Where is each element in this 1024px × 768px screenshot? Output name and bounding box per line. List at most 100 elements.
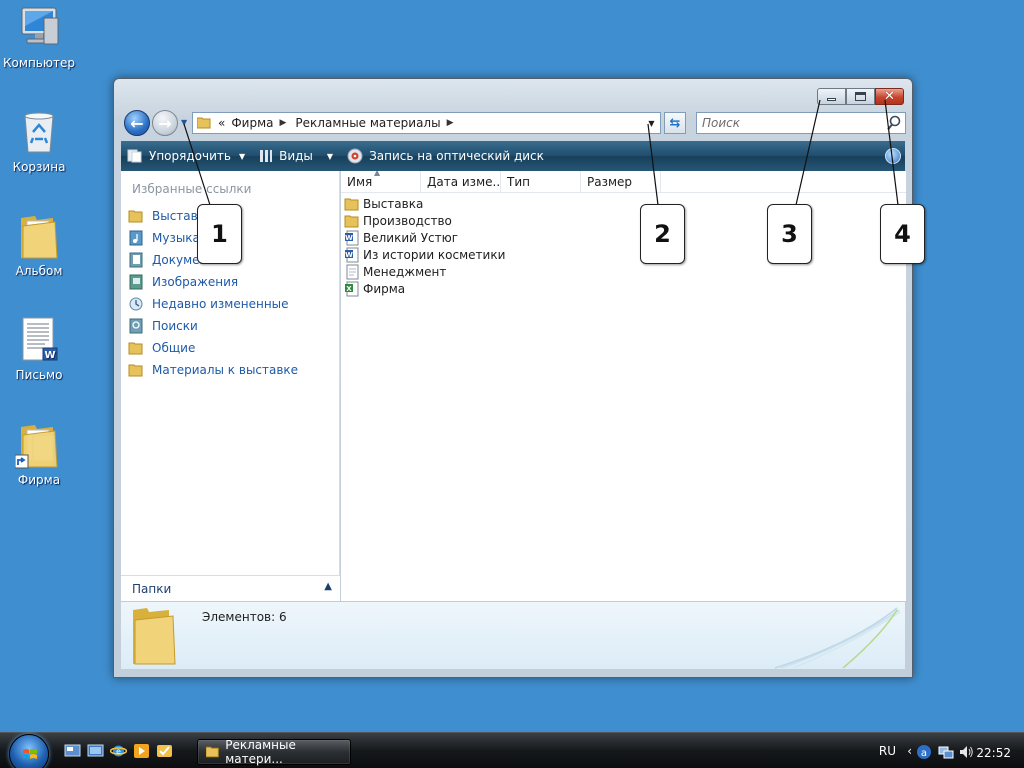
column-name[interactable]: ▲ Имя xyxy=(341,171,421,193)
svg-text:X: X xyxy=(346,285,352,293)
network-icon[interactable] xyxy=(938,744,954,760)
column-type[interactable]: Тип xyxy=(501,171,581,193)
help-icon[interactable] xyxy=(885,148,901,164)
taskbar-window-button[interactable]: Рекламные матери... xyxy=(197,738,351,766)
excel-document-icon: X xyxy=(344,281,360,297)
organize-icon xyxy=(127,149,142,163)
folder-shortcut-icon xyxy=(14,421,63,469)
minimize-icon xyxy=(827,98,836,101)
address-overflow[interactable]: « xyxy=(218,116,225,130)
folder-icon xyxy=(15,212,63,260)
music-icon xyxy=(128,230,144,246)
views-label: Виды xyxy=(279,149,313,163)
favorite-label: Поиски xyxy=(152,319,198,333)
list-item[interactable]: X Фирма xyxy=(344,280,505,297)
recent-icon xyxy=(128,296,144,312)
desktop-icon-firma[interactable]: Фирма xyxy=(0,421,78,487)
folder-icon xyxy=(133,608,176,665)
column-label: Дата изме... xyxy=(427,175,501,189)
volume-icon[interactable] xyxy=(958,744,974,760)
svg-text:W: W xyxy=(345,251,353,259)
favorite-item-izobrazheniya[interactable]: Изображения xyxy=(128,271,298,293)
close-button[interactable]: ✕ xyxy=(875,88,904,105)
callout-2: 2 xyxy=(640,204,685,264)
burn-disc-button[interactable]: Запись на оптический диск xyxy=(347,148,544,164)
list-item[interactable]: Производство xyxy=(344,212,505,229)
favorite-item-nedavno[interactable]: Недавно измененные xyxy=(128,293,298,315)
breadcrumb-reklamnye-materialy[interactable]: Рекламные материалы xyxy=(295,116,440,130)
favorite-item-poiski[interactable]: Поиски xyxy=(128,315,298,337)
back-button[interactable]: ← xyxy=(124,110,150,136)
chevron-down-icon: ▼ xyxy=(326,151,334,161)
burn-disc-icon xyxy=(347,148,363,164)
word-document-icon: W xyxy=(344,247,360,263)
desktop-icon-letter[interactable]: W Письмо xyxy=(0,316,78,382)
recent-pages-dropdown[interactable]: ▼ xyxy=(181,118,189,128)
pictures-icon xyxy=(128,274,144,290)
search-box xyxy=(696,112,906,134)
minimize-button[interactable] xyxy=(817,88,846,105)
desktop-icon-computer[interactable]: Компьютер xyxy=(0,4,78,70)
desktop-icon-label: Альбом xyxy=(15,264,63,278)
list-item[interactable]: W Из истории косметики xyxy=(344,246,505,263)
refresh-button[interactable]: ⇆ xyxy=(664,112,686,134)
column-label: Имя xyxy=(347,175,373,189)
show-hidden-icons-icon[interactable]: ‹ xyxy=(907,744,912,758)
media-player-icon[interactable] xyxy=(133,743,150,759)
breadcrumb-chevron-icon[interactable]: ▶ xyxy=(447,118,454,128)
desktop-icon-album[interactable]: Альбом xyxy=(0,212,78,278)
desktop-icon-label: Фирма xyxy=(17,473,61,487)
list-item[interactable]: W Великий Устюг xyxy=(344,229,505,246)
column-date[interactable]: Дата изме... xyxy=(421,171,501,193)
decorative-swoosh xyxy=(774,607,901,669)
organize-button[interactable]: Упорядочить ▼ xyxy=(127,149,245,163)
clock[interactable]: 22:52 xyxy=(976,746,1011,760)
desktop-icon-recycle-bin[interactable]: Корзина xyxy=(0,108,78,174)
command-bar: Упорядочить ▼ Виды ▼ Запись на оптически… xyxy=(121,141,905,171)
text-document-icon xyxy=(344,264,360,280)
details-pane: Элементов: 6 xyxy=(121,601,905,669)
start-button[interactable] xyxy=(9,734,49,768)
folder-icon xyxy=(128,362,144,378)
list-item[interactable]: Выставка xyxy=(344,195,505,212)
folder-icon xyxy=(128,340,144,356)
column-size[interactable]: Размер xyxy=(581,171,661,193)
favorites-title: Избранные ссылки xyxy=(132,182,252,196)
chevron-up-icon: ▲ xyxy=(324,581,332,592)
show-desktop-icon[interactable] xyxy=(64,743,81,759)
word-document-icon: W xyxy=(15,316,63,364)
column-label: Тип xyxy=(507,175,530,189)
explorer-window: ✕ ← → ▼ « Фирма ▶ Рекламные материалы ▶ … xyxy=(113,78,913,678)
forward-button[interactable]: → xyxy=(152,110,178,136)
tray-app-icon[interactable]: a xyxy=(916,744,932,760)
favorite-item-materialy[interactable]: Материалы к выставке xyxy=(128,359,298,381)
address-bar[interactable]: « Фирма ▶ Рекламные материалы ▶ ▼ xyxy=(192,112,661,134)
file-name: Фирма xyxy=(363,281,406,296)
documents-icon xyxy=(128,252,144,268)
breadcrumb-firma[interactable]: Фирма xyxy=(231,116,273,130)
forward-arrow-icon: → xyxy=(158,113,172,133)
folders-toggle[interactable]: Папки ▲ xyxy=(121,575,340,601)
favorite-item-obshchie[interactable]: Общие xyxy=(128,337,298,359)
maximize-button[interactable] xyxy=(846,88,875,105)
internet-explorer-icon[interactable]: e xyxy=(110,743,127,759)
taskbar-window-label: Рекламные матери... xyxy=(225,738,296,766)
breadcrumb-chevron-icon[interactable]: ▶ xyxy=(280,118,287,128)
language-indicator[interactable]: RU xyxy=(879,744,896,758)
favorite-label: Недавно измененные xyxy=(152,297,289,311)
svg-text:W: W xyxy=(345,234,353,242)
sort-ascending-icon: ▲ xyxy=(374,171,381,177)
switch-windows-icon[interactable] xyxy=(87,743,104,759)
address-dropdown-icon[interactable]: ▼ xyxy=(643,113,660,133)
search-input[interactable] xyxy=(697,113,877,133)
taskbar: e Рекламные матери... RU ‹ a 22:52 xyxy=(0,732,1024,768)
list-item[interactable]: Менеджмент xyxy=(344,263,505,280)
search-icon[interactable] xyxy=(887,115,901,131)
word-document-icon: W xyxy=(344,230,360,246)
views-button[interactable]: Виды ▼ xyxy=(259,149,333,163)
file-name: Великий Устюг xyxy=(363,230,459,245)
folder-icon xyxy=(344,196,360,212)
callout-3: 3 xyxy=(767,204,812,264)
mail-icon[interactable] xyxy=(156,743,173,759)
folder-icon xyxy=(197,117,211,129)
